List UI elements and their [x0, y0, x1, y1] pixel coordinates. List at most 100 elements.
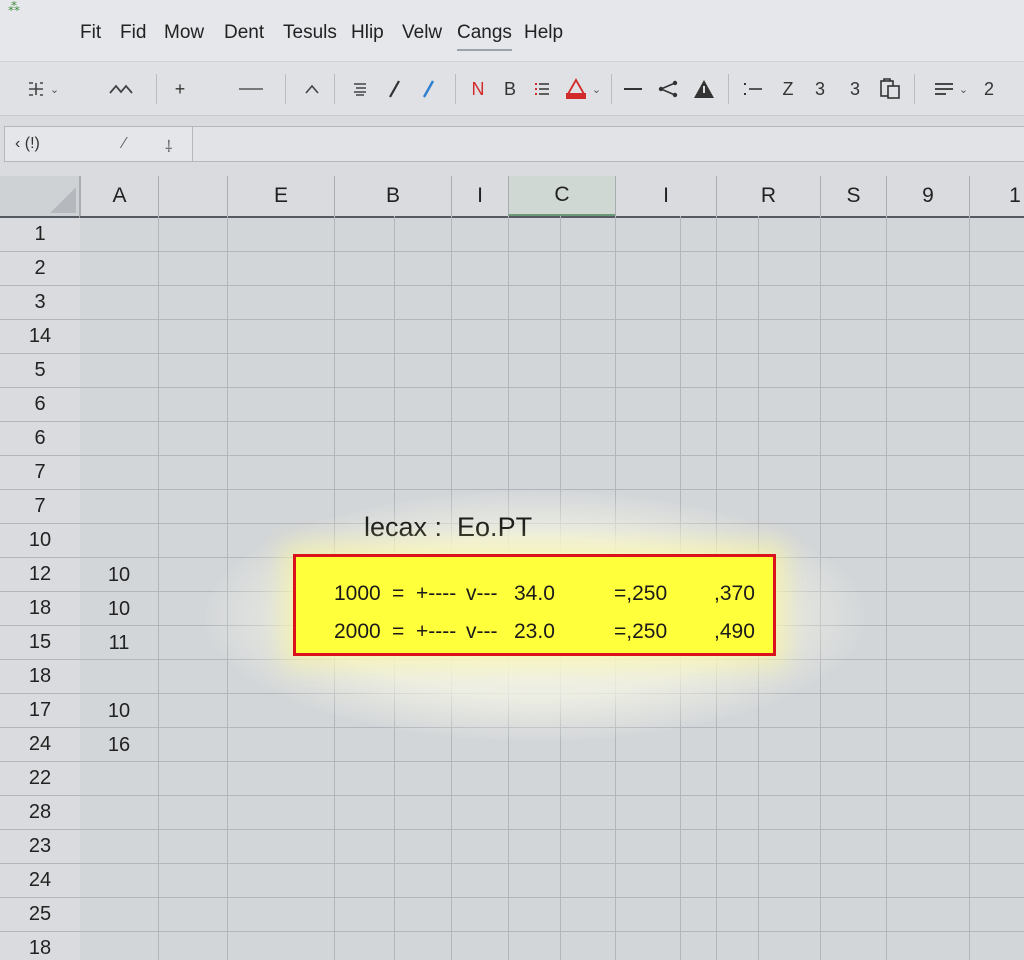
grid-row-line — [80, 285, 1024, 286]
menu-velw[interactable]: Velw — [402, 22, 442, 44]
spreadsheet-grid[interactable]: A E B I C I R S 9 1 1 2 3 14 5 6 6 7 7 10 12 10 18 10 15 11 18 17 10… — [0, 176, 1024, 960]
line-button[interactable] — [238, 76, 264, 102]
layout-dropdown-button[interactable]: ⌄ — [22, 76, 64, 102]
cell-a[interactable]: 10 — [80, 592, 158, 626]
row-header[interactable]: 12 — [0, 558, 80, 592]
brush-icon[interactable]: ⁄ — [123, 135, 126, 153]
menu-dent[interactable]: Dent — [224, 22, 264, 44]
column-header[interactable] — [158, 176, 227, 216]
three-button-a[interactable]: 3 — [810, 76, 830, 102]
horizontal-line-icon — [239, 88, 263, 90]
row-header[interactable]: 18 — [0, 660, 80, 694]
highlighted-range[interactable]: 1000 = +---- v--- 34.0 =,250 ,370 2000 =… — [293, 554, 776, 656]
cell-a[interactable]: 10 — [80, 694, 158, 728]
menu-fid[interactable]: Fid — [120, 22, 146, 44]
row-header[interactable]: 10 — [0, 524, 80, 558]
column-header[interactable]: B — [334, 176, 451, 216]
clipboard-button[interactable] — [877, 76, 903, 102]
row-header[interactable]: 24 — [0, 864, 80, 898]
share-icon — [658, 80, 678, 98]
name-box[interactable]: ‹ (!) ⁄ ⸸ — [4, 126, 192, 162]
app-logo-icon: ⁂ — [8, 0, 20, 14]
z-button[interactable]: Z — [778, 76, 798, 102]
grid-column-line — [886, 216, 887, 960]
pen-blue-button[interactable] — [418, 76, 438, 102]
toolbar-divider — [455, 74, 456, 104]
grid-row-line — [80, 897, 1024, 898]
sparkline-icon — [109, 84, 133, 94]
function-icon[interactable]: ⸸ — [165, 135, 173, 157]
add-button[interactable]: + — [170, 76, 190, 102]
align-button[interactable] — [350, 76, 370, 102]
chevron-down-icon: ⌄ — [591, 83, 602, 96]
grid-column-line — [158, 216, 159, 960]
column-header[interactable]: C — [508, 176, 615, 216]
menu-mow[interactable]: Mow — [164, 22, 204, 44]
callout-cell: = — [392, 582, 405, 605]
column-header[interactable]: 9 — [886, 176, 969, 216]
formula-input[interactable] — [192, 126, 1024, 162]
column-header[interactable]: I — [615, 176, 716, 216]
chevron-up-icon — [305, 84, 319, 94]
chevron-down-icon: ⌄ — [958, 83, 969, 96]
cell-a[interactable]: 10 — [80, 558, 158, 592]
row-header[interactable]: 22 — [0, 762, 80, 796]
row-header[interactable]: 17 — [0, 694, 80, 728]
callout-cell: =,250 — [614, 620, 668, 643]
column-header[interactable]: E — [227, 176, 334, 216]
callout-cell: 2000 — [334, 620, 381, 643]
menu-tesuls[interactable]: Tesuls — [283, 22, 337, 44]
row-header[interactable]: 15 — [0, 626, 80, 660]
warning-button[interactable] — [692, 76, 716, 102]
select-all-corner[interactable] — [0, 176, 80, 216]
three-button-b[interactable]: 3 — [845, 76, 865, 102]
pencil-button[interactable] — [384, 76, 404, 102]
column-header[interactable]: S — [820, 176, 886, 216]
align-lines-icon — [354, 83, 366, 96]
menu-help[interactable]: Help — [524, 22, 563, 44]
row-header[interactable]: 18 — [0, 592, 80, 626]
row-header[interactable]: 14 — [0, 320, 80, 354]
grid-row-line — [80, 863, 1024, 864]
row-header[interactable]: 18 — [0, 932, 80, 960]
row-header[interactable]: 3 — [0, 286, 80, 320]
two-button[interactable]: 2 — [980, 76, 998, 102]
collapse-button[interactable] — [302, 76, 322, 102]
menu-fit[interactable]: Fit — [80, 22, 101, 44]
column-header[interactable]: I — [451, 176, 508, 216]
row-header[interactable]: 6 — [0, 388, 80, 422]
fill-color-button[interactable]: ⌄ — [562, 76, 604, 102]
column-header[interactable]: 1 — [969, 176, 1024, 216]
sparkline-button[interactable] — [106, 76, 136, 102]
row-header[interactable]: 7 — [0, 456, 80, 490]
menu-hlip[interactable]: Hlip — [351, 22, 384, 44]
row-header[interactable]: 23 — [0, 830, 80, 864]
row-header[interactable]: 24 — [0, 728, 80, 762]
font-color-button[interactable]: N — [468, 76, 488, 102]
toolbar-divider — [728, 74, 729, 104]
minus-button[interactable] — [622, 76, 644, 102]
minus-icon — [624, 88, 642, 90]
row-header[interactable]: 1 — [0, 218, 80, 252]
menu-cangs[interactable]: Cangs — [457, 22, 512, 51]
layout-icon — [28, 82, 43, 96]
row-header[interactable]: 25 — [0, 898, 80, 932]
row-header[interactable]: 5 — [0, 354, 80, 388]
warning-triangle-icon — [694, 80, 714, 98]
column-header[interactable]: A — [80, 176, 158, 216]
indent-button[interactable] — [742, 76, 764, 102]
callout-cell: = — [392, 620, 405, 643]
row-header[interactable]: 28 — [0, 796, 80, 830]
row-header[interactable]: 2 — [0, 252, 80, 286]
cell-a[interactable]: 11 — [80, 626, 158, 660]
column-header[interactable]: R — [716, 176, 820, 216]
list-button[interactable] — [532, 76, 552, 102]
callout-cell: =,250 — [614, 582, 668, 605]
row-header[interactable]: 6 — [0, 422, 80, 456]
bold-button[interactable]: B — [500, 76, 520, 102]
paragraph-dropdown-button[interactable]: ⌄ — [928, 76, 974, 102]
row-header[interactable]: 7 — [0, 490, 80, 524]
callout-cell: 1000 — [334, 582, 381, 605]
cell-a[interactable]: 16 — [80, 728, 158, 762]
share-button[interactable] — [656, 76, 680, 102]
